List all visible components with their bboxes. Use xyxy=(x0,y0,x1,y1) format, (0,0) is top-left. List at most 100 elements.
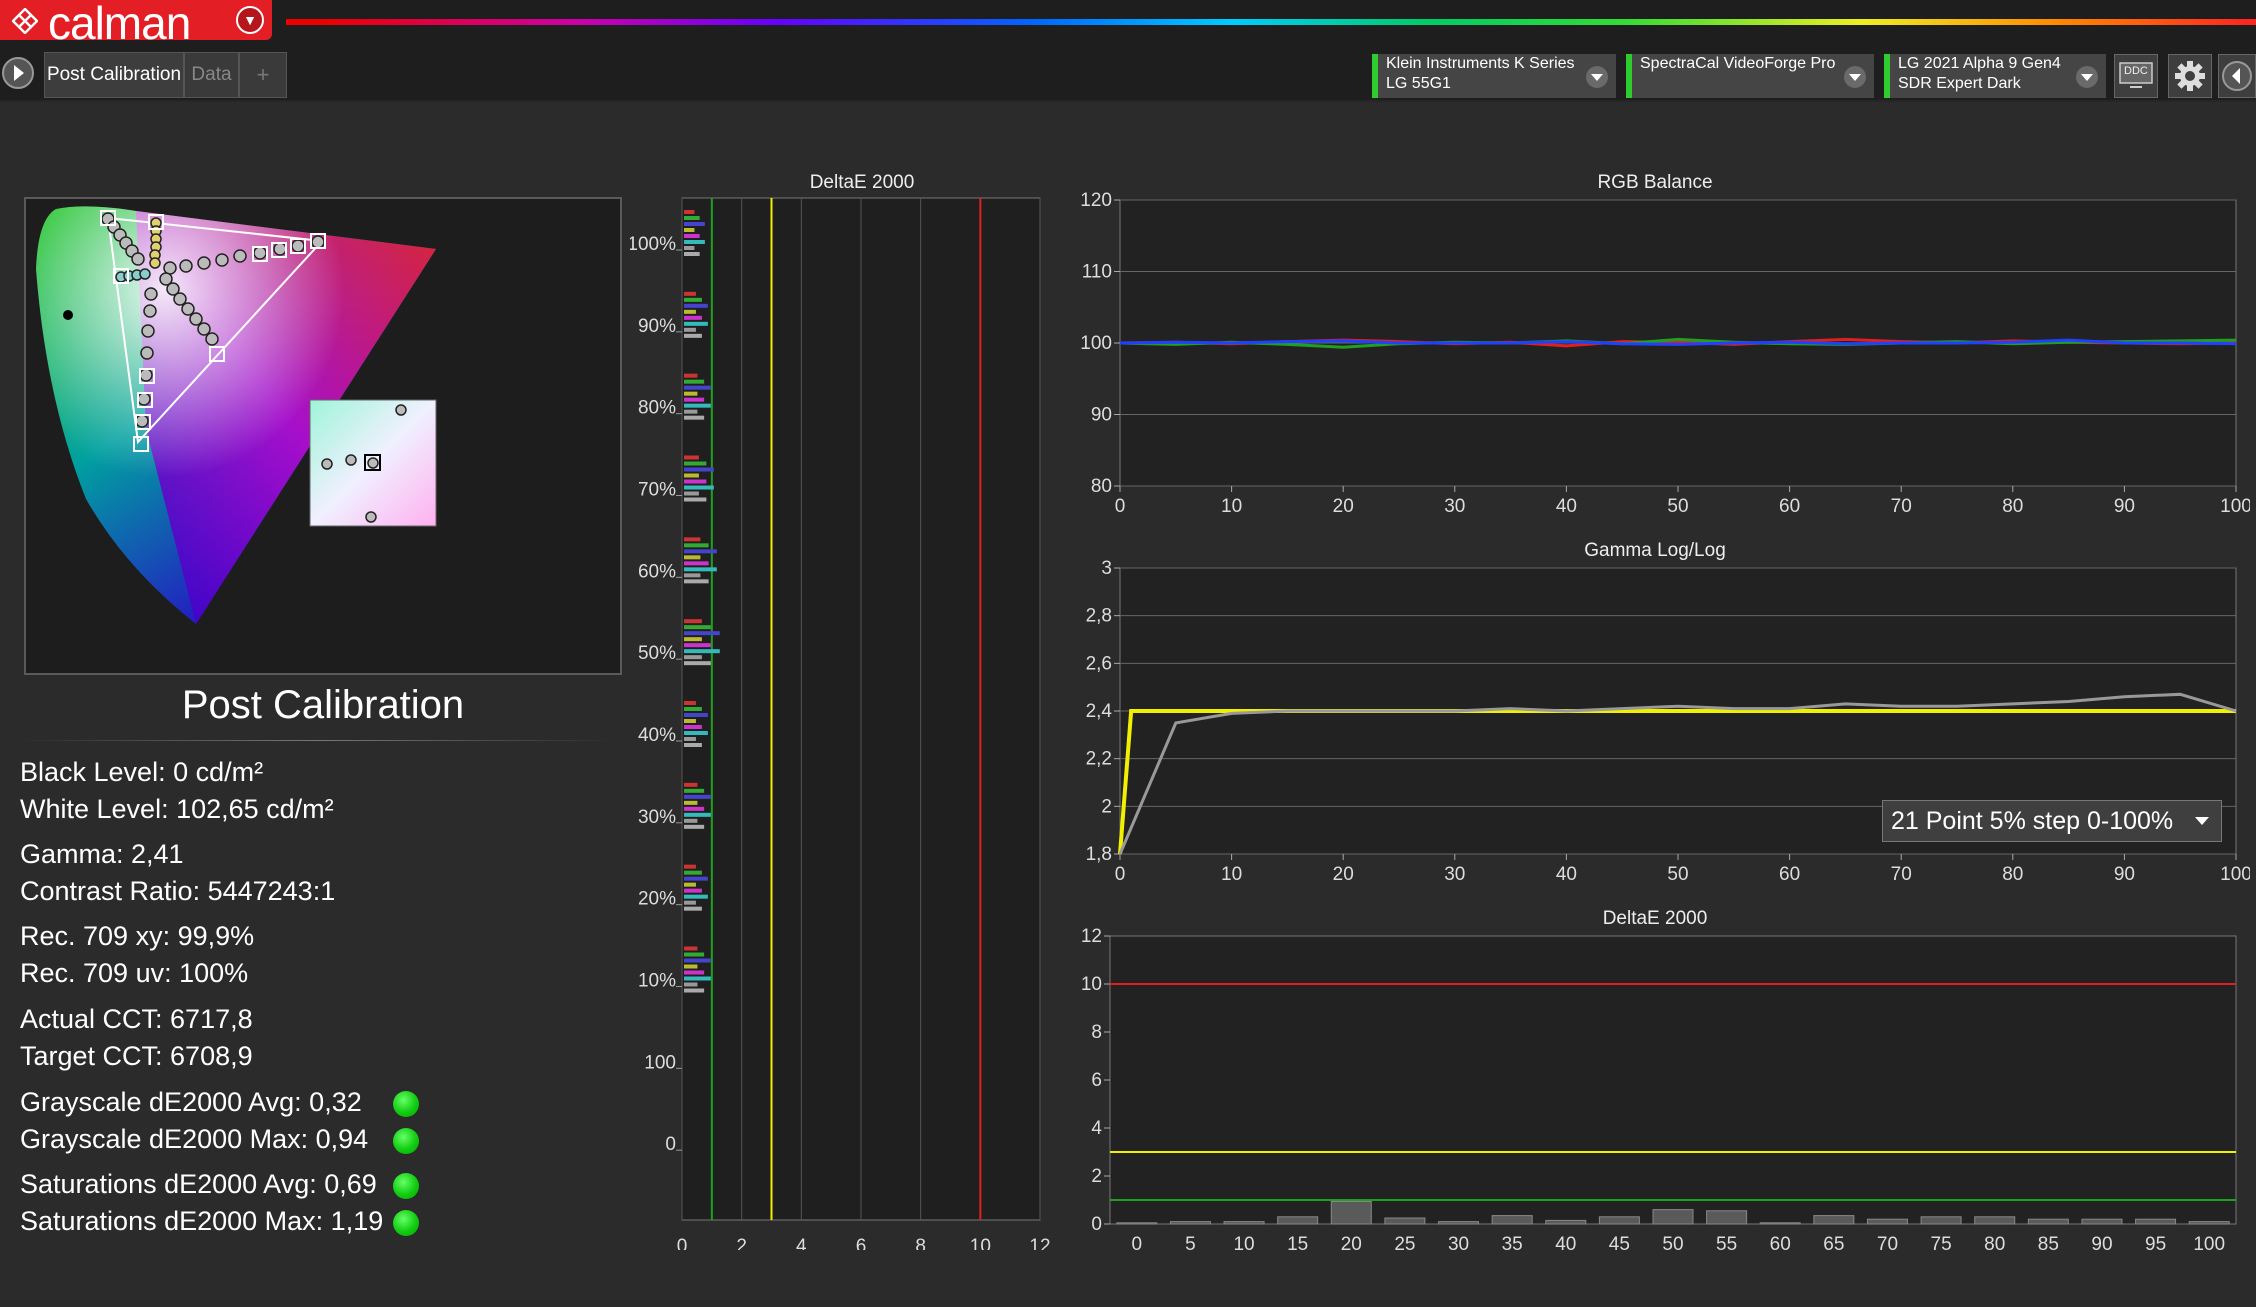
deltae-bar xyxy=(1116,1222,1158,1225)
deltae-bar xyxy=(1813,1215,1855,1225)
x-tick-label: 70 xyxy=(1891,864,1912,885)
deltae-bar xyxy=(684,415,705,420)
deltae-bar xyxy=(1491,1215,1533,1225)
deltae-bar xyxy=(2188,1221,2230,1225)
gamma-point-dropdown[interactable]: 21 Point 5% step 0-100% xyxy=(1882,800,2222,842)
deltae-bar xyxy=(684,573,701,578)
deltae-bar xyxy=(684,567,717,572)
x-tick-label: 10 xyxy=(1233,1234,1254,1255)
x-tick-label: 55 xyxy=(1716,1234,1737,1255)
x-tick-label: 10 xyxy=(1221,496,1242,517)
deltae-bar xyxy=(684,964,698,969)
chevron-left-icon xyxy=(2222,61,2252,91)
ddc-label: DDC xyxy=(2124,65,2148,77)
x-tick-label: 20 xyxy=(1333,864,1354,885)
deltae-bar xyxy=(684,649,720,654)
display-selector[interactable]: LG 2021 Alpha 9 Gen4 SDR Expert Dark xyxy=(1884,54,2106,98)
meter-selector[interactable]: Klein Instruments K Series LG 55G1 xyxy=(1372,54,1616,98)
y-tick-label: 2,8 xyxy=(1086,606,1112,627)
deltae-bar xyxy=(684,655,702,660)
deltae-bar xyxy=(684,537,701,542)
x-tick-label: 70 xyxy=(1891,496,1912,517)
pass-indicator-icon xyxy=(393,1128,419,1154)
generator-selector[interactable]: SpectraCal VideoForge Pro xyxy=(1626,54,1874,98)
deltae-bar xyxy=(684,252,700,256)
x-tick-label: 70 xyxy=(1877,1234,1898,1255)
settings-button[interactable] xyxy=(2168,54,2212,98)
deltae-bar xyxy=(684,713,708,717)
actual-cct: Actual CCT: 6717,8 xyxy=(20,1004,253,1034)
deltae-bar xyxy=(684,549,717,554)
deltae-bar xyxy=(684,385,711,390)
deltae-bar xyxy=(684,297,702,302)
deltae-bar xyxy=(684,812,711,817)
x-tick-label: 65 xyxy=(1823,1234,1844,1255)
y-tick-label: 0 xyxy=(1091,1214,1102,1235)
x-tick-label: 100 xyxy=(2193,1234,2225,1255)
x-tick-label: 100 xyxy=(2220,864,2250,885)
x-tick-label: 50 xyxy=(1662,1234,1683,1255)
x-tick-label: 2 xyxy=(736,1236,747,1250)
tab-post-calibration[interactable]: Post Calibration xyxy=(44,52,184,98)
deltae-bar xyxy=(684,397,705,402)
deltae-bar xyxy=(684,782,698,787)
contrast-ratio: Contrast Ratio: 5447243:1 xyxy=(20,876,336,906)
deltae-bar xyxy=(684,725,702,729)
white-level: White Level: 102,65 cd/m² xyxy=(20,794,334,824)
deltae-bar xyxy=(684,491,699,496)
y-tick-label: 6 xyxy=(1091,1070,1102,1091)
logo-mark-icon xyxy=(12,8,38,34)
deltae-bar xyxy=(684,982,698,987)
workflow-nav-button[interactable] xyxy=(0,53,36,93)
deltae-bar xyxy=(684,900,696,905)
tab-data[interactable]: Data xyxy=(184,52,239,98)
deltae-bar xyxy=(684,625,711,630)
deltae-bar xyxy=(684,234,700,238)
x-tick-label: 5 xyxy=(1185,1234,1196,1255)
y-tick-label: 2,6 xyxy=(1086,653,1112,674)
add-tab-button[interactable]: + xyxy=(239,52,287,98)
y-tick-label: 2 xyxy=(1101,796,1112,817)
deltae-bar xyxy=(684,315,702,320)
meter-name: Klein Instruments K Series xyxy=(1386,55,1575,72)
cie-chromaticity-diagram xyxy=(24,197,622,675)
deltae-bar xyxy=(684,631,720,636)
deltae-bar xyxy=(1706,1210,1748,1225)
ddc-button[interactable]: DDC xyxy=(2114,54,2158,98)
x-tick-label: 80 xyxy=(2002,496,2023,517)
grayscale-de-max: Grayscale dE2000 Max: 0,94 xyxy=(20,1124,369,1154)
deltae-bar xyxy=(684,946,698,951)
y-tick-label: 4 xyxy=(1091,1118,1102,1139)
y-tick-label: 90 xyxy=(1091,405,1112,426)
deltae-bar xyxy=(684,333,702,338)
deltae-bar xyxy=(684,579,709,584)
deltae-bar xyxy=(684,555,701,560)
deltae-bar xyxy=(684,876,708,881)
deltae-bar xyxy=(684,788,705,793)
deltae-bar xyxy=(684,637,702,642)
x-tick-label: 15 xyxy=(1287,1234,1308,1255)
y-tick-label: 70% xyxy=(638,480,676,501)
y-tick-label: 120 xyxy=(1080,190,1112,211)
calman-logo[interactable]: calman ▼ xyxy=(0,0,272,49)
y-tick-label: 2 xyxy=(1091,1166,1102,1187)
logo-menu-chevron-icon[interactable]: ▼ xyxy=(236,6,264,34)
deltae-bar xyxy=(1545,1219,1587,1225)
black-level: Black Level: 0 cd/m² xyxy=(20,757,264,787)
gamma-chart: 1,822,22,42,62,830 10 20 30 40 50 60 70 80 90 100 xyxy=(1086,558,2250,885)
chevron-down-icon xyxy=(1844,66,1866,88)
page-title: Post Calibration xyxy=(181,683,465,727)
pass-indicator-icon xyxy=(393,1091,419,1117)
y-tick-label: 40% xyxy=(638,725,676,746)
grayscale-de-avg: Grayscale dE2000 Avg: 0,32 xyxy=(20,1087,362,1117)
divider xyxy=(0,100,2256,102)
x-tick-label: 4 xyxy=(796,1236,807,1250)
x-tick-label: 30 xyxy=(1448,1234,1469,1255)
deltae-bar xyxy=(684,988,705,993)
x-tick-label: 8 xyxy=(915,1236,926,1250)
x-tick-label: 85 xyxy=(2038,1234,2059,1255)
x-tick-label: 12 xyxy=(1029,1236,1050,1250)
collapse-panel-button[interactable] xyxy=(2218,54,2256,98)
deltae-bar xyxy=(684,461,707,466)
deltae-bar xyxy=(684,619,702,624)
